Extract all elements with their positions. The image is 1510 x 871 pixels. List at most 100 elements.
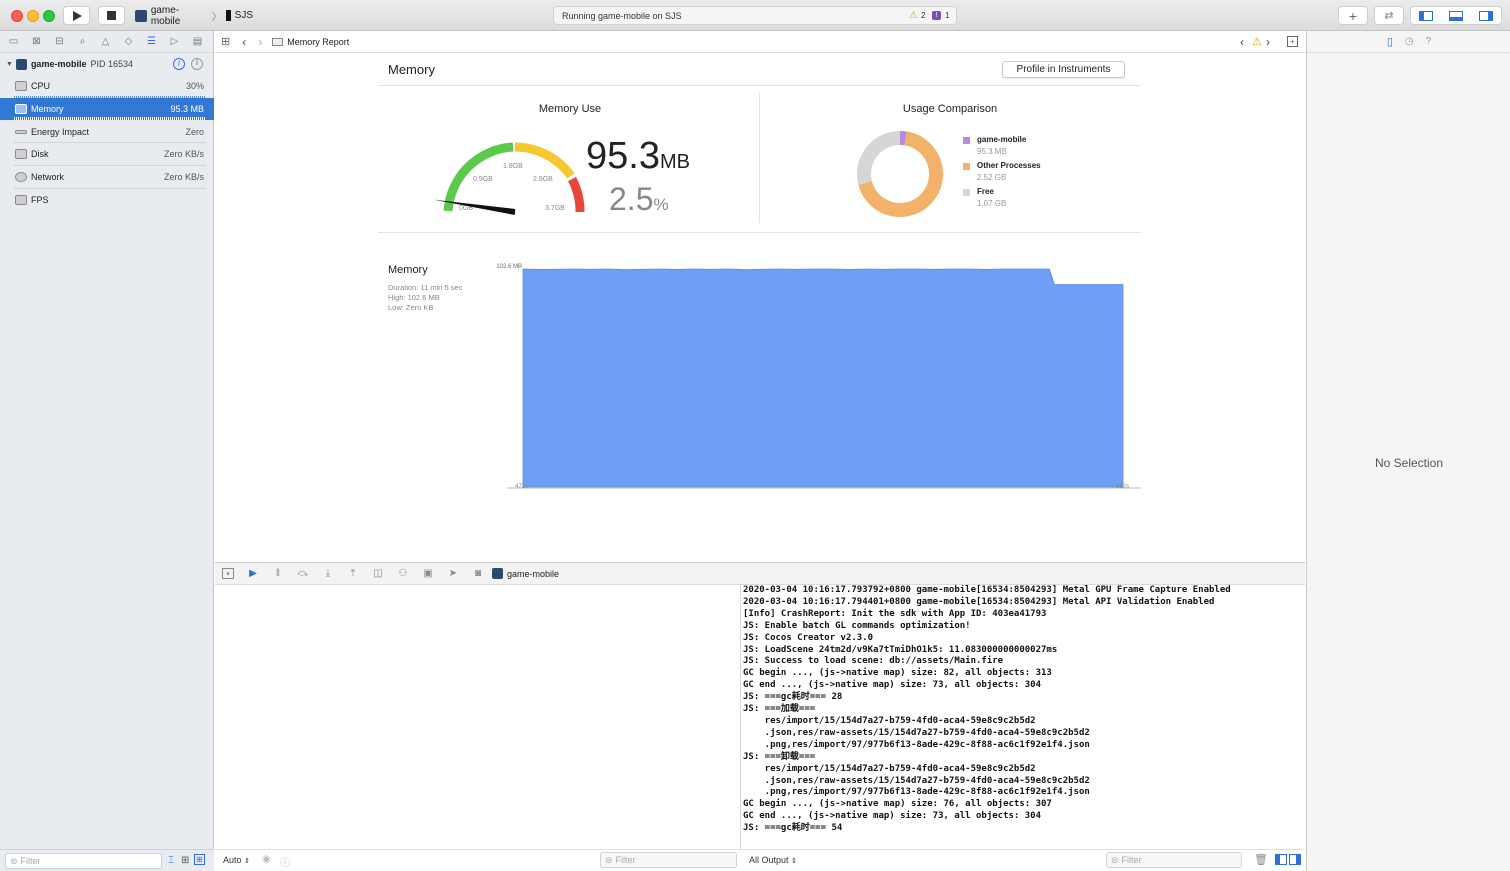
console-line: GC begin ..., (js->native map) size: 82,… [743,668,1052,679]
add-library-button[interactable]: + [1338,6,1368,25]
gauge-row-disk[interactable]: Disk Zero KB/s [0,143,214,165]
step-out-icon[interactable]: ⤒ [347,568,359,579]
simulate-location-icon[interactable]: ➤ [447,568,459,579]
legend-item: Other Processes 2.52 GB [963,161,1083,187]
memory-graph [507,268,1141,489]
legend-value: 95.3 MB [977,147,1007,156]
eye-icon[interactable]: ◉ [262,854,271,865]
disclosure-triangle-icon[interactable]: ▼ [6,61,13,68]
inspector-selector-bar: ▯ ◷ ? [1307,31,1510,53]
scheme-selector[interactable]: game-mobile 〉 SJS [135,5,253,27]
folder-icon[interactable]: ▭ [7,36,20,47]
debug-process-name[interactable]: game-mobile [507,569,559,579]
run-button[interactable] [63,6,90,25]
test-navigator-icon[interactable]: ◇ [122,36,135,47]
console-line: .png,res/import/97/977b6f13-8ade-429c-8f… [743,787,1090,798]
variables-scope-selector[interactable]: Auto ⇕ [223,855,250,865]
console-view-toggle-icon[interactable] [1289,854,1301,865]
pause-icon[interactable]: ‖ [272,568,284,579]
help-inspector-icon[interactable]: ? [1426,36,1432,47]
console-output[interactable]: 2020-03-04 10:16:17.793792+0800 game-mob… [741,585,1305,847]
pause-icon[interactable]: ‖ [191,58,203,70]
variables-view-toggle-icon[interactable] [1275,854,1287,865]
inspector-toggle-icon[interactable] [1479,10,1493,21]
usage-unit: MB [659,151,690,173]
debug-navigator-icon[interactable]: ☰ [145,36,158,47]
step-into-icon[interactable]: ⤓ [322,568,334,579]
navigator-filter-field[interactable]: ⊜ Filter [5,853,162,869]
debug-area-toggle-icon[interactable] [1449,10,1463,21]
stop-button[interactable] [98,6,125,25]
zoom-window-button[interactable] [43,10,55,22]
memory-percent-readout: 2.5% [609,183,669,215]
step-over-icon[interactable]: ⤼ [297,568,309,579]
breakpoint-navigator-icon[interactable]: ▷ [168,36,181,47]
info-icon[interactable]: ⓘ [280,854,290,869]
previous-issue-icon[interactable]: ‹ [1240,35,1244,49]
add-editor-icon[interactable]: + [1287,36,1298,47]
breakpoints-toggle-icon[interactable]: ▶ [247,568,259,579]
app-icon [492,568,503,579]
process-row[interactable]: ▼ game-mobile PID 16534 / ‖ [0,55,214,73]
console-line: 2020-03-04 10:16:17.793792+0800 game-mob… [743,585,1231,595]
back-arrow-icon[interactable]: ‹ [242,35,246,49]
console-line: JS: Success to load scene: db://assets/M… [743,656,1004,667]
environment-overrides-icon[interactable]: ▣ [422,568,434,579]
debug-bar: ▾ ▶ ‖ ⤼ ⤓ ⤒ ◫ ⚇ ▣ ➤ ◙ game-mobile [215,562,1305,585]
scheme-device-name: SJS [234,10,253,21]
app-icon [15,58,27,70]
gauge-row-cpu[interactable]: CPU 30% [0,75,214,97]
issue-navigator-icon[interactable]: △ [99,36,112,47]
console-filter-field[interactable]: ⊜ Filter [1106,852,1242,868]
jump-bar-path[interactable]: Memory Report [287,37,349,47]
variables-filter-field[interactable]: ⊜ Filter [600,852,737,868]
history-inspector-icon[interactable]: ◷ [1405,36,1414,47]
code-review-button[interactable]: ⇄ [1374,6,1404,25]
thread-filter-icon[interactable]: ⌶ [168,855,174,866]
console-line: GC begin ..., (js->native map) size: 76,… [743,799,1052,810]
gauge-row-energy[interactable]: Energy Impact Zero [0,121,214,143]
process-name: game-mobile [30,59,87,69]
usage-legend: game-mobile 95.3 MB Other Processes 2.52… [963,135,1083,213]
table-view-icon[interactable]: ⊞ [181,855,189,866]
minimize-window-button[interactable] [27,10,39,22]
output-selector[interactable]: All Output ⇕ [749,855,797,865]
view-debugger-icon[interactable]: ◫ [372,568,384,579]
console-line: GC end ..., (js->native map) size: 73, a… [743,811,1042,822]
memory-report: Memory Profile in Instruments Memory Use… [215,53,1305,561]
console-line: JS: ===gc耗时=== 28 [743,692,843,703]
file-inspector-icon[interactable]: ▯ [1387,35,1393,48]
profile-in-instruments-button[interactable]: Profile in Instruments [1002,61,1125,78]
hide-debug-area-icon[interactable]: ▾ [222,568,234,579]
search-icon[interactable]: ⌕ [76,36,89,47]
legend-name: game-mobile [977,135,1027,144]
camera-icon[interactable]: ◙ [472,568,484,579]
gauge-tick-label: 3.7GB [545,205,565,212]
app-icon [135,9,147,22]
gauge-value: Zero KB/s [163,172,204,182]
gauge-toggle-icon[interactable]: / [173,58,185,70]
grid-view-icon[interactable]: ⊞ [194,854,205,865]
gauge-row-network[interactable]: Network Zero KB/s [0,166,214,188]
next-issue-icon[interactable]: › [1266,35,1270,49]
memory-sparkline [14,117,206,120]
issue-icon[interactable]: ! [932,11,941,20]
warning-icon[interactable]: ⚠ [1252,35,1262,48]
gauge-tick-label: 1.8GB [503,163,523,170]
memory-icon [15,104,27,114]
trash-icon[interactable]: 🗑 [1254,853,1268,866]
forward-arrow-icon[interactable]: › [258,35,262,49]
navigator-toggle-icon[interactable] [1419,10,1433,21]
memory-graph-icon[interactable]: ⚇ [397,568,409,579]
related-items-icon[interactable]: ⊞ [221,35,230,48]
close-window-button[interactable] [11,10,23,22]
filter-icon: ⊜ [1111,854,1119,865]
gauge-row-fps[interactable]: FPS [0,189,214,211]
warning-icon[interactable]: ⚠ [909,10,918,21]
report-navigator-icon[interactable]: ▤ [191,36,204,47]
console-line: JS: ===gc耗时=== 54 [743,823,843,834]
gauge-value: 95.3 MB [170,104,204,114]
symbol-icon[interactable]: ⊟ [53,36,66,47]
source-control-icon[interactable]: ⊠ [30,36,43,47]
donut-slice-free [857,131,901,185]
